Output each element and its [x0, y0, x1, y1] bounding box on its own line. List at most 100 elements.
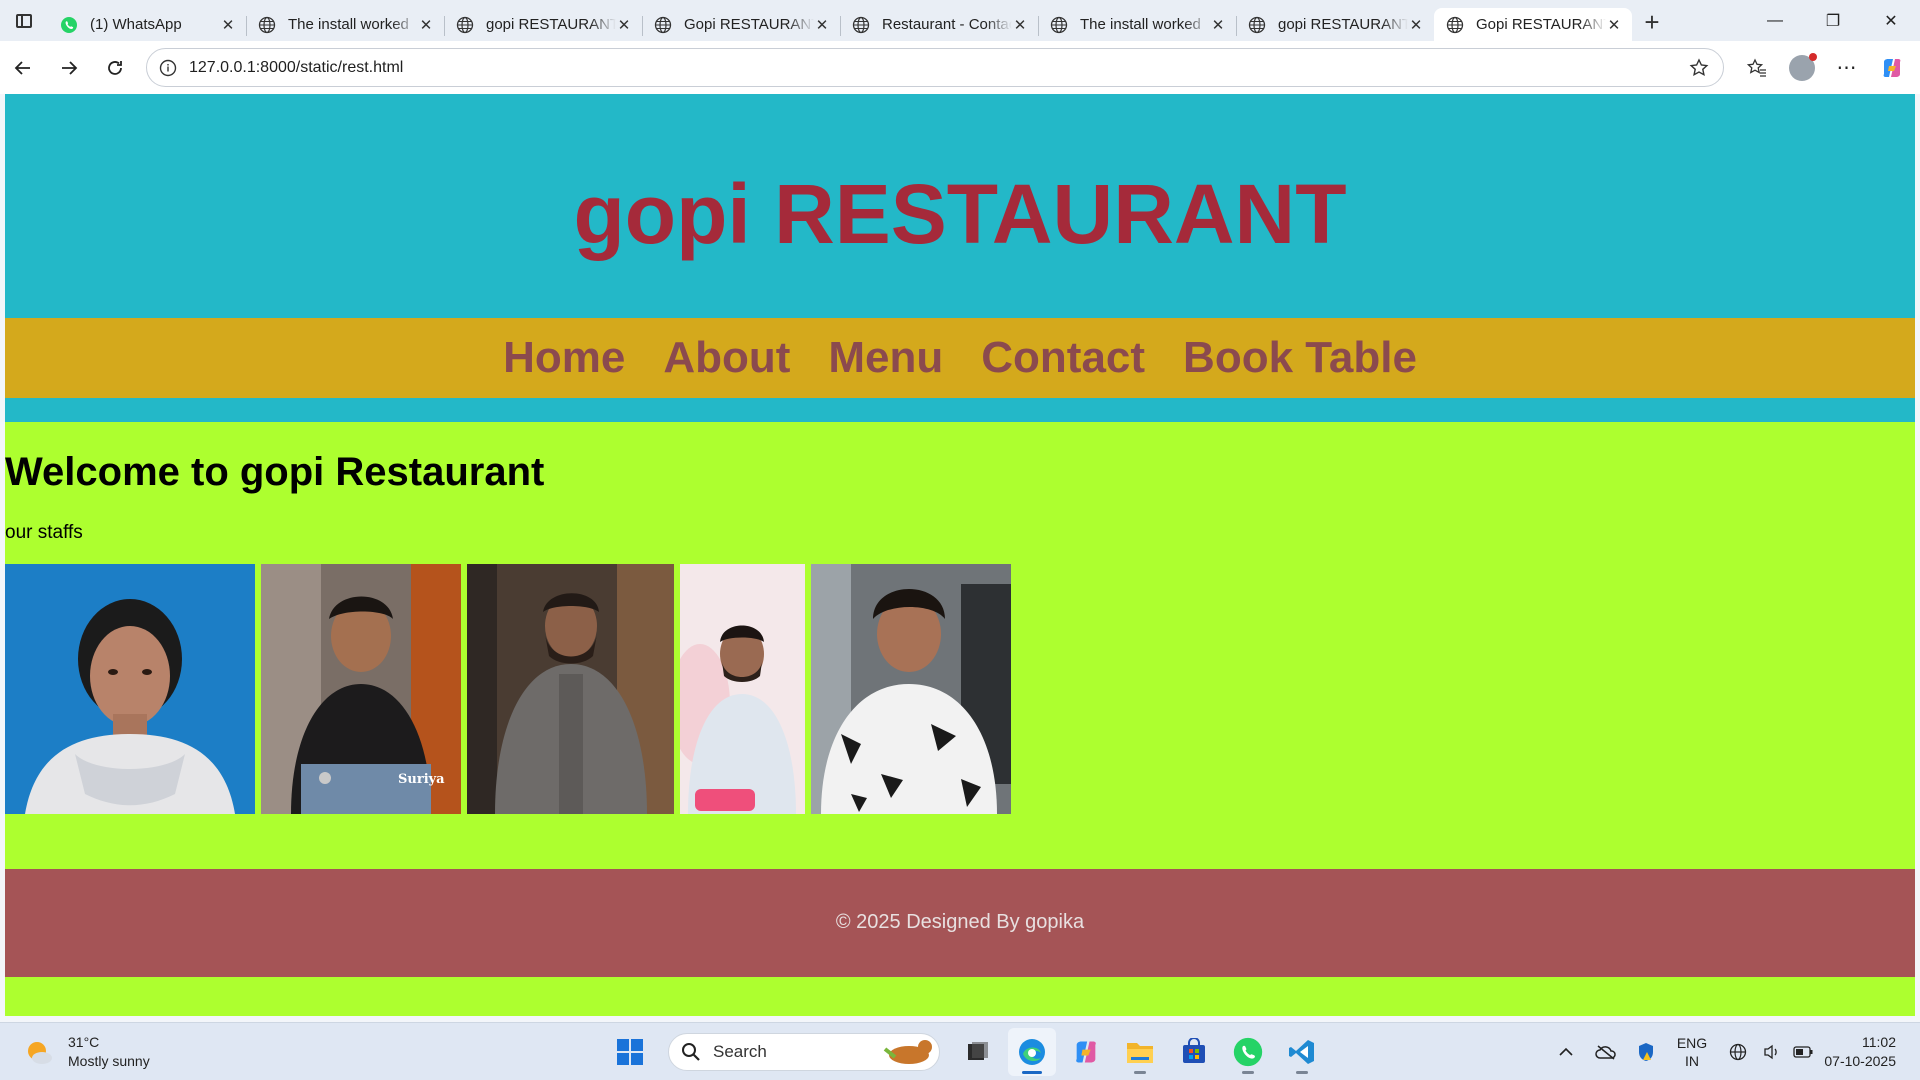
tab-close-icon[interactable]: ✕ — [1606, 16, 1622, 34]
toolbar-right: ⋯ — [1734, 41, 1920, 94]
taskbar-app-whatsapp[interactable] — [1224, 1028, 1272, 1076]
url-text[interactable]: 127.0.0.1:8000/static/rest.html — [189, 59, 1689, 77]
refresh-button[interactable] — [92, 48, 138, 88]
close-window-button[interactable]: ✕ — [1862, 0, 1920, 41]
browser-tab[interactable]: Gopi RESTAURANT ✕ — [642, 8, 840, 41]
taskbar-app-store[interactable] — [1170, 1028, 1218, 1076]
tab-close-icon[interactable]: ✕ — [1408, 16, 1424, 34]
chevron-up-icon — [1559, 1047, 1573, 1056]
clock[interactable]: 11:02 07-10-2025 — [1820, 1033, 1920, 1071]
search-placeholder: Search — [713, 1042, 767, 1061]
nav-link-about[interactable]: About — [663, 336, 790, 380]
tab-title: Gopi RESTAURANT — [1476, 16, 1606, 33]
nav-link-contact[interactable]: Contact — [981, 336, 1145, 380]
site-header: gopi RESTAURANT Home About Menu Contact Book… — [5, 94, 1915, 422]
page-viewport: gopi RESTAURANT Home About Menu Contact Book… — [5, 94, 1915, 1016]
more-menu-button[interactable]: ⋯ — [1824, 48, 1869, 88]
copilot-icon — [1072, 1038, 1100, 1066]
forward-arrow-icon — [62, 60, 78, 75]
tab-strip: (1) WhatsApp ✕ The install worked ✕ gopi RES… — [48, 0, 1632, 41]
minimize-button[interactable]: — — [1746, 0, 1804, 41]
browser-tab[interactable]: Gopi RESTAURANT ✕ — [1434, 8, 1632, 41]
pinned-apps — [954, 1028, 1326, 1076]
running-indicator — [1134, 1071, 1146, 1074]
tab-actions-button[interactable] — [0, 0, 48, 41]
restore-button[interactable]: ❐ — [1804, 0, 1862, 41]
tab-separator — [1236, 16, 1237, 36]
shield-warning-icon — [1639, 1043, 1653, 1061]
language-indicator[interactable]: ENG IN — [1666, 1034, 1718, 1070]
back-button[interactable] — [0, 48, 46, 88]
whatsapp-icon — [60, 16, 78, 34]
tab-title: gopi RESTAURANT — [1278, 16, 1408, 33]
welcome-heading: Welcome to gopi Restaurant — [5, 450, 545, 494]
taskbar-app-vscode[interactable] — [1278, 1028, 1326, 1076]
tab-close-icon[interactable]: ✕ — [418, 16, 434, 34]
show-hidden-icons-button[interactable] — [1546, 1047, 1586, 1057]
globe-icon — [654, 16, 672, 34]
favorite-star-icon[interactable] — [1689, 57, 1709, 78]
browser-tab[interactable]: gopi RESTAURANT ✕ — [1236, 8, 1434, 41]
staff-photo-5 — [811, 564, 1011, 814]
cloud-offline-icon — [1595, 1045, 1616, 1060]
back-arrow-icon — [14, 60, 30, 75]
windows-taskbar: 31°C Mostly sunny Search ENG IN 11:02 07… — [0, 1022, 1920, 1080]
staff-label: our staffs — [5, 522, 83, 543]
browser-tab[interactable]: (1) WhatsApp ✕ — [48, 8, 246, 41]
taskbar-app-file-explorer[interactable] — [954, 1028, 1002, 1076]
tab-title: Restaurant - Contact — [882, 16, 1012, 33]
favorites-button[interactable] — [1734, 48, 1779, 88]
weather-widget[interactable]: 31°C Mostly sunny — [24, 1033, 150, 1071]
staff-photo-1 — [5, 564, 255, 814]
network-button[interactable] — [1718, 1043, 1758, 1061]
address-bar[interactable]: 127.0.0.1:8000/static/rest.html — [146, 48, 1724, 87]
site-info-icon[interactable] — [159, 59, 177, 77]
tab-separator — [642, 16, 643, 36]
speaker-icon — [1764, 1044, 1777, 1060]
nav-link-home[interactable]: Home — [503, 336, 625, 380]
tab-separator — [1038, 16, 1039, 36]
tab-close-icon[interactable]: ✕ — [814, 16, 830, 34]
taskbar-app-edge[interactable] — [1008, 1028, 1056, 1076]
staff-photo-4 — [680, 564, 805, 814]
browser-toolbar: 127.0.0.1:8000/static/rest.html ⋯ — [0, 41, 1920, 94]
browser-tab[interactable]: Restaurant - Contact ✕ — [840, 8, 1038, 41]
tab-close-icon[interactable]: ✕ — [616, 16, 632, 34]
weather-temp: 31°C — [68, 1034, 100, 1050]
browser-tab[interactable]: gopi RESTAURANT ✕ — [444, 8, 642, 41]
whatsapp-icon — [1233, 1037, 1263, 1067]
running-indicator — [1022, 1071, 1042, 1074]
main-nav: Home About Menu Contact Book Table — [5, 318, 1915, 398]
window-controls: — ❐ ✕ — [1746, 0, 1920, 41]
browser-tab[interactable]: The install worked ✕ — [1038, 8, 1236, 41]
globe-icon — [1248, 16, 1266, 34]
browser-tab-bar: (1) WhatsApp ✕ The install worked ✕ gopi RES… — [0, 0, 1920, 41]
copilot-button[interactable] — [1869, 48, 1914, 88]
tab-close-icon[interactable]: ✕ — [1210, 16, 1226, 34]
security-button[interactable] — [1626, 1042, 1666, 1062]
more-icon: ⋯ — [1836, 57, 1857, 79]
tab-close-icon[interactable]: ✕ — [1012, 16, 1028, 34]
taskbar-app-copilot[interactable] — [1062, 1028, 1110, 1076]
store-icon — [1180, 1038, 1208, 1066]
nav-link-book-table[interactable]: Book Table — [1183, 336, 1417, 380]
volume-button[interactable] — [1758, 1044, 1786, 1060]
weather-sun-icon — [28, 1042, 52, 1064]
taskbar-center: Search — [606, 1028, 1326, 1076]
globe-icon — [456, 16, 474, 34]
onedrive-button[interactable] — [1586, 1044, 1626, 1060]
taskbar-search[interactable]: Search — [668, 1033, 940, 1071]
file-explorer-icon — [965, 1039, 991, 1065]
site-footer: © 2025 Designed By gopika — [5, 869, 1915, 977]
forward-button[interactable] — [46, 48, 92, 88]
browser-tab[interactable]: The install worked ✕ — [246, 8, 444, 41]
tab-close-icon[interactable]: ✕ — [220, 16, 236, 34]
profile-button[interactable] — [1779, 48, 1824, 88]
start-button[interactable] — [606, 1028, 654, 1076]
battery-button[interactable] — [1786, 1046, 1820, 1058]
globe-icon — [852, 16, 870, 34]
nav-link-menu[interactable]: Menu — [828, 336, 943, 380]
new-tab-button[interactable]: + — [1632, 6, 1672, 39]
taskbar-app-folder[interactable] — [1116, 1028, 1164, 1076]
refresh-icon — [108, 60, 122, 75]
